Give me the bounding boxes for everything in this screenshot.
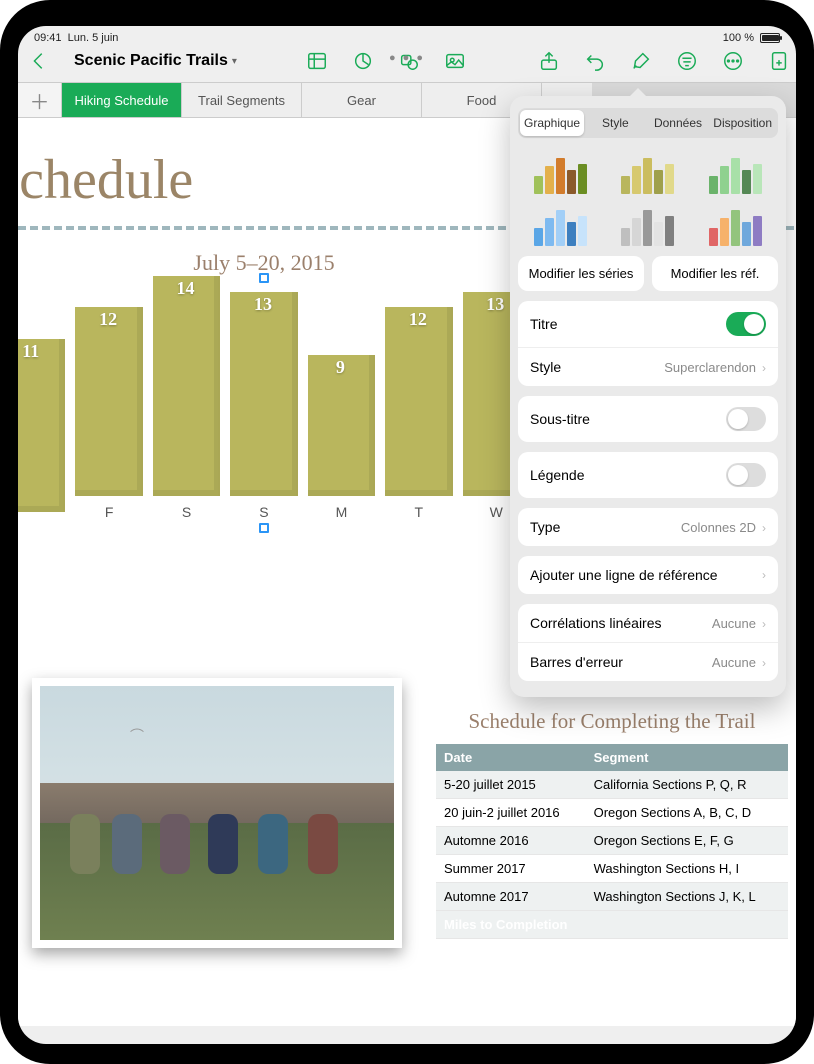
table-row[interactable]: Automne 2017Washington Sections J, K, L: [436, 883, 788, 911]
schedule-title: Schedule for Completing the Trail: [436, 708, 788, 734]
media-icon[interactable]: [444, 50, 466, 72]
format-popover: Graphique Style Données Disposition Modi…: [510, 96, 786, 697]
tab-hiking-schedule[interactable]: Hiking Schedule: [62, 83, 182, 117]
title-toggle-row[interactable]: Titre: [518, 301, 778, 348]
seg-disposition[interactable]: Disposition: [709, 110, 776, 136]
bar-0[interactable]: 11: [18, 339, 65, 520]
status-bar: 09:41 Lun. 5 juin 100 %: [18, 26, 796, 46]
chart-style-thumb-5[interactable]: [697, 204, 774, 246]
bar-4[interactable]: 9M: [308, 355, 375, 520]
back-button[interactable]: [28, 50, 50, 72]
error-row[interactable]: Barres d'erreur Aucune›: [518, 643, 778, 681]
bar-5[interactable]: 12T: [385, 307, 452, 520]
chart-style-thumb-3[interactable]: [522, 204, 599, 246]
share-icon[interactable]: [538, 50, 560, 72]
organize-icon[interactable]: [676, 50, 698, 72]
seg-graphique[interactable]: Graphique: [520, 110, 584, 136]
battery-icon: [760, 33, 780, 43]
col-date: Date: [436, 744, 586, 771]
hiking-photo[interactable]: ︵: [32, 678, 402, 948]
format-brush-icon[interactable]: [630, 50, 652, 72]
type-row[interactable]: Type Colonnes 2D›: [518, 508, 778, 546]
popover-segmented: Graphique Style Données Disposition: [518, 108, 778, 138]
schedule-table[interactable]: Schedule for Completing the Trail Date S…: [436, 708, 788, 939]
chart-style-thumb-1[interactable]: [609, 152, 686, 194]
table-row[interactable]: Automne 2016Oregon Sections E, F, G: [436, 827, 788, 855]
modify-series-button[interactable]: Modifier les séries: [518, 256, 644, 291]
battery-percent: 100 %: [723, 32, 754, 44]
bar-3[interactable]: 13S: [230, 292, 297, 520]
date: Lun. 5 juin: [68, 32, 119, 44]
seg-donnees[interactable]: Données: [647, 110, 710, 136]
chart-style-thumb-0[interactable]: [522, 152, 599, 194]
legend-toggle-row[interactable]: Légende: [518, 452, 778, 498]
table-icon[interactable]: [306, 50, 328, 72]
bar-2[interactable]: 14S: [153, 276, 220, 520]
tab-trail-segments[interactable]: Trail Segments: [182, 83, 302, 117]
chart-style-thumbs: [510, 146, 786, 256]
table-row[interactable]: 5-20 juillet 2015California Sections P, …: [436, 771, 788, 799]
chart-style-thumb-4[interactable]: [609, 204, 686, 246]
clock: 09:41: [34, 32, 62, 44]
bar-1[interactable]: 12F: [75, 307, 142, 520]
title-switch[interactable]: [726, 312, 766, 336]
subtitle-toggle-row[interactable]: Sous-titre: [518, 396, 778, 442]
document-title[interactable]: Scenic Pacific Trails ▾: [74, 52, 237, 70]
refline-row[interactable]: Ajouter une ligne de référence›: [518, 556, 778, 594]
table-row[interactable]: 20 juin-2 juillet 2016Oregon Sections A,…: [436, 799, 788, 827]
bar-chart[interactable]: July 5–20, 2015 1112F14S13S9M12T13W: [18, 250, 534, 520]
table-row[interactable]: Summer 2017Washington Sections H, I: [436, 855, 788, 883]
chart-title: July 5–20, 2015: [18, 250, 534, 276]
style-row[interactable]: Style Superclarendon›: [518, 348, 778, 386]
chart-icon[interactable]: [352, 50, 374, 72]
multitask-pill[interactable]: ● ● ●: [389, 52, 425, 64]
bird-icon: ︵: [130, 716, 144, 736]
col-segment: Segment: [586, 744, 788, 771]
modify-refs-button[interactable]: Modifier les réf.: [652, 256, 778, 291]
chart-style-thumb-2[interactable]: [697, 152, 774, 194]
schedule-footer: Miles to Completion: [436, 911, 788, 939]
undo-icon[interactable]: [584, 50, 606, 72]
tab-gear[interactable]: Gear: [302, 83, 422, 117]
seg-style[interactable]: Style: [584, 110, 647, 136]
new-sheet-icon[interactable]: [768, 50, 790, 72]
subtitle-switch[interactable]: [726, 407, 766, 431]
legend-switch[interactable]: [726, 463, 766, 487]
chevron-down-icon: ▾: [232, 56, 237, 67]
add-sheet-button[interactable]: ＋: [18, 83, 62, 117]
trend-row[interactable]: Corrélations linéaires Aucune›: [518, 604, 778, 643]
more-icon[interactable]: [722, 50, 744, 72]
